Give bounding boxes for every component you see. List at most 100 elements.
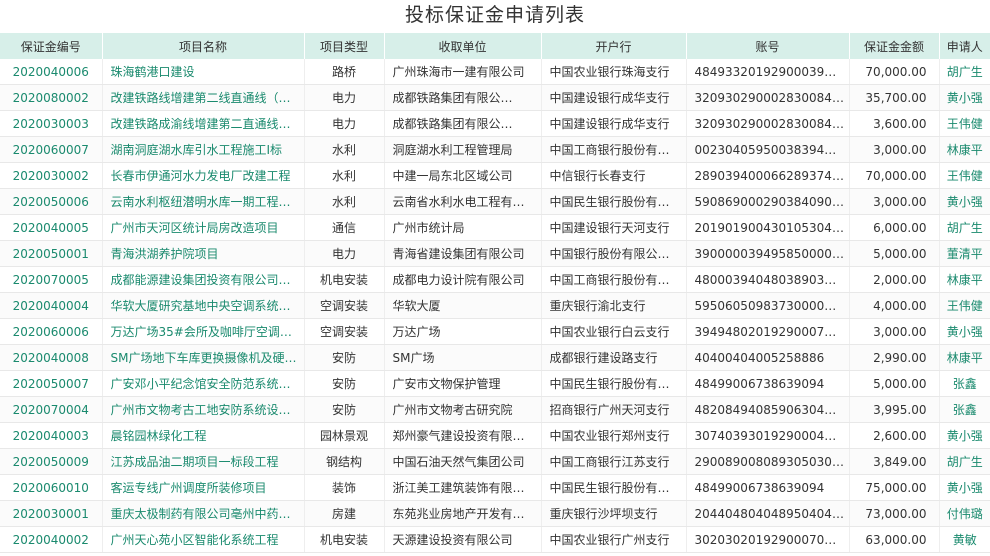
cell-code[interactable]: 2020040003 (0, 422, 102, 449)
cell-applicant[interactable]: 黄小强 (938, 188, 990, 215)
cell-applicant[interactable]: 胡广生 (938, 448, 990, 475)
cell-amount: 2,990.00 (848, 344, 939, 371)
cell-project-name-link[interactable]: 广州市天河区统计局房改造项目 (101, 214, 304, 241)
page-title: 投标保证金申请列表 (404, 4, 585, 26)
table-row[interactable]: 2020070005 成都能源建设集团投资有限公司… 机电安装 成都电力设计院有限公司… (0, 266, 990, 293)
cell-code[interactable]: 2020060010 (0, 474, 102, 501)
cell-code[interactable]: 2020060006 (0, 318, 102, 345)
table-row[interactable]: 2020040006 珠海鹤港口建设 路桥 广州珠海市一建有限公司 中国农业银行珠海支行… (0, 59, 990, 85)
cell-code[interactable]: 2020070004 (0, 396, 102, 423)
col-header-type[interactable]: 项目类型 (303, 33, 384, 59)
cell-project-name-link[interactable]: 江苏成品油二期项目一标段工程 (101, 448, 304, 475)
table-row[interactable]: 2020040005 广州市天河区统计局房改造项目 通信 广州市统计局 中国建设银行天河… (0, 214, 990, 241)
col-header-amount[interactable]: 保证金金额 (848, 33, 939, 59)
cell-applicant[interactable]: 张鑫 (938, 396, 990, 423)
table-row[interactable]: 2020040002 广州天心苑小区智能化系统工程 机电安装 天源建设投资有限公司 中国… (0, 526, 990, 553)
table-row[interactable]: 2020060010 客运专线广州调度所装修项目 装饰 浙江美工建筑装饰有限… 中国民生… (0, 474, 990, 501)
cell-project-name-link[interactable]: 广州市文物考古工地安防系统设… (101, 396, 304, 423)
cell-code[interactable]: 2020040008 (0, 344, 102, 371)
cell-applicant[interactable]: 王伟健 (938, 110, 990, 137)
cell-amount: 2,600.00 (848, 422, 939, 449)
cell-applicant[interactable]: 张鑫 (938, 370, 990, 397)
table-row[interactable]: 2020080002 改建铁路线增建第二线直通线（… 电力 成都铁路集团有限公… 中国建… (0, 84, 990, 111)
cell-applicant[interactable]: 付伟璐 (938, 500, 990, 527)
cell-project-type: 装饰 (303, 474, 384, 501)
cell-project-name-link[interactable]: 成都能源建设集团投资有限公司… (101, 266, 304, 293)
cell-code[interactable]: 2020040005 (0, 214, 102, 241)
cell-code[interactable]: 2020060007 (0, 136, 102, 163)
cell-applicant[interactable]: 林康平 (938, 344, 990, 371)
cell-project-name-link[interactable]: 青海洪湖养护院项目 (101, 240, 304, 267)
cell-bank: 中国民生银行股份有… (540, 370, 686, 397)
table-row[interactable]: 2020040004 华软大厦研究基地中央空调系统… 空调安装 华软大厦 重庆银行渝北支… (0, 292, 990, 319)
cell-project-name-link[interactable]: 广州天心苑小区智能化系统工程 (101, 526, 304, 553)
cell-applicant[interactable]: 黄小强 (938, 474, 990, 501)
cell-applicant[interactable]: 黄敏 (938, 526, 990, 553)
table-row[interactable]: 2020040003 晨铭园林绿化工程 园林景观 郑州豪气建设投资有限… 中国农业银行郑… (0, 422, 990, 449)
cell-applicant[interactable]: 黄小强 (938, 422, 990, 449)
cell-applicant[interactable]: 黄小强 (938, 84, 990, 111)
cell-account: 39494802019290007… (685, 318, 849, 345)
cell-project-name-link[interactable]: 改建铁路线增建第二线直通线（… (101, 84, 304, 111)
cell-applicant[interactable]: 林康平 (938, 266, 990, 293)
cell-code[interactable]: 2020030002 (0, 162, 102, 189)
cell-applicant[interactable]: 王伟健 (938, 162, 990, 189)
cell-project-name-link[interactable]: 广安邓小平纪念馆安全防范系统… (101, 370, 304, 397)
table-row[interactable]: 2020050006 云南水利枢纽潜明水库一期工程… 水利 云南省水利水电工程有… 中国… (0, 188, 990, 215)
cell-applicant[interactable]: 胡广生 (938, 59, 990, 85)
col-header-code[interactable]: 保证金编号 (0, 33, 102, 59)
table-row[interactable]: 2020050001 青海洪湖养护院项目 电力 青海省建设集团有限公司 中国银行股份有限… (0, 240, 990, 267)
cell-project-name-link[interactable]: 晨铭园林绿化工程 (101, 422, 304, 449)
cell-applicant[interactable]: 董清平 (938, 240, 990, 267)
cell-project-name-link[interactable]: SM广场地下车库更换摄像机及硬… (101, 344, 304, 371)
cell-code[interactable]: 2020070005 (0, 266, 102, 293)
cell-account: 48000394048038903… (685, 266, 849, 293)
cell-account: 48493320192900039… (685, 59, 849, 85)
col-header-applicant[interactable]: 申请人 (938, 33, 990, 59)
table-row[interactable]: 2020030001 重庆太极制药有限公司亳州中药… 房建 东苑兆业房地产开发有… 重庆… (0, 500, 990, 527)
cell-code[interactable]: 2020040006 (0, 59, 102, 85)
col-header-account[interactable]: 账号 (685, 33, 849, 59)
table-row[interactable]: 2020060007 湖南洞庭湖水库引水工程施工I标 水利 洞庭湖水利工程管理局 中国工… (0, 136, 990, 163)
table-row[interactable]: 2020070004 广州市文物考古工地安防系统设… 安防 广州市文物考古研究院 招商银… (0, 396, 990, 423)
table-row[interactable]: 2020030003 改建铁路成渝线增建第二直通线… 电力 成都铁路集团有限公… 中国建… (0, 110, 990, 137)
cell-code[interactable]: 2020050007 (0, 370, 102, 397)
cell-applicant[interactable]: 胡广生 (938, 214, 990, 241)
table-row[interactable]: 2020050007 广安邓小平纪念馆安全防范系统… 安防 广安市文物保护管理 中国民生… (0, 370, 990, 397)
cell-account: 20440480404895040480 (685, 500, 849, 527)
cell-code[interactable]: 2020050009 (0, 448, 102, 475)
cell-code[interactable]: 2020050001 (0, 240, 102, 267)
table-row[interactable]: 2020030002 长春市伊通河水力发电厂改建工程 水利 中建一局东北区域公司 中信银… (0, 162, 990, 189)
cell-project-name-link[interactable]: 湖南洞庭湖水库引水工程施工I标 (101, 136, 304, 163)
cell-code[interactable]: 2020030003 (0, 110, 102, 137)
cell-code[interactable]: 2020080002 (0, 84, 102, 111)
col-header-name[interactable]: 项目名称 (101, 33, 304, 59)
table-row[interactable]: 2020060006 万达广场35#会所及咖啡厅空调安… 空调安装 万达广场 中国农业银… (0, 318, 990, 345)
cell-code[interactable]: 2020050006 (0, 188, 102, 215)
cell-project-type: 水利 (303, 188, 384, 215)
cell-receiving-unit: 万达广场 (383, 318, 541, 345)
cell-project-name-link[interactable]: 万达广场35#会所及咖啡厅空调安… (101, 318, 304, 345)
table-header-row: 保证金编号 项目名称 项目类型 收取单位 开户行 账号 保证金金额 申请人 (0, 33, 990, 59)
cell-project-name-link[interactable]: 珠海鹤港口建设 (101, 59, 304, 85)
cell-project-name-link[interactable]: 改建铁路成渝线增建第二直通线… (101, 110, 304, 137)
cell-project-name-link[interactable]: 重庆太极制药有限公司亳州中药… (101, 500, 304, 527)
cell-account: 29008900808930503033 (685, 448, 849, 475)
cell-project-name-link[interactable]: 云南水利枢纽潜明水库一期工程… (101, 188, 304, 215)
cell-account: 20190190043010530494 (685, 214, 849, 241)
cell-applicant[interactable]: 黄小强 (938, 318, 990, 345)
cell-amount: 2,000.00 (848, 266, 939, 293)
cell-project-name-link[interactable]: 长春市伊通河水力发电厂改建工程 (101, 162, 304, 189)
cell-project-name-link[interactable]: 华软大厦研究基地中央空调系统… (101, 292, 304, 319)
table-row[interactable]: 2020050009 江苏成品油二期项目一标段工程 钢结构 中国石油天然气集团公司 中国… (0, 448, 990, 475)
table-row[interactable]: 2020040008 SM广场地下车库更换摄像机及硬… 安防 SM广场 成都银行建设路支… (0, 344, 990, 371)
cell-project-type: 钢结构 (303, 448, 384, 475)
cell-code[interactable]: 2020030001 (0, 500, 102, 527)
col-header-unit[interactable]: 收取单位 (383, 33, 541, 59)
cell-project-name-link[interactable]: 客运专线广州调度所装修项目 (101, 474, 304, 501)
cell-applicant[interactable]: 林康平 (938, 136, 990, 163)
cell-code[interactable]: 2020040002 (0, 526, 102, 553)
cell-applicant[interactable]: 王伟健 (938, 292, 990, 319)
cell-code[interactable]: 2020040004 (0, 292, 102, 319)
col-header-bank[interactable]: 开户行 (540, 33, 686, 59)
